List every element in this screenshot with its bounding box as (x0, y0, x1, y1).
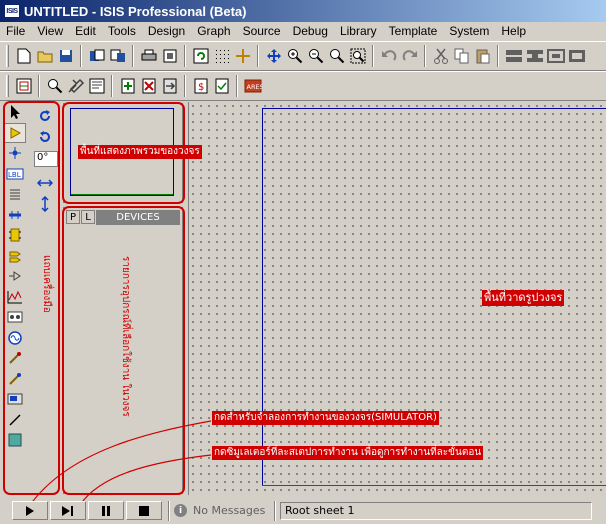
ares-icon[interactable]: ARES (242, 76, 263, 97)
zoom-in-icon[interactable] (284, 46, 305, 67)
info-icon: i (174, 504, 187, 517)
new-sheet-icon[interactable] (117, 76, 138, 97)
search-icon[interactable] (44, 76, 65, 97)
undo-icon[interactable] (378, 46, 399, 67)
menu-graph[interactable]: Graph (191, 24, 236, 38)
toolbar-separator (497, 45, 499, 67)
menu-source[interactable]: Source (237, 24, 287, 38)
status-separator (168, 500, 170, 521)
grid-icon[interactable] (211, 46, 232, 67)
toolbar-separator (80, 45, 82, 67)
step-annotation: กดซิมูเลเตอร์ที่ละสเตปการทำงาน เพื่อดูกา… (212, 446, 484, 460)
block-move-icon[interactable] (524, 46, 545, 67)
block-copy-icon[interactable] (503, 46, 524, 67)
menu-debug[interactable]: Debug (287, 24, 334, 38)
messages-text: No Messages (193, 504, 266, 517)
import-icon[interactable] (86, 46, 107, 67)
window-title: UNTITLED - ISIS Professional (Beta) (24, 3, 247, 19)
save-icon[interactable] (55, 46, 76, 67)
menu-edit[interactable]: Edit (69, 24, 102, 38)
title-bar: ISIS UNTITLED - ISIS Professional (Beta) (0, 0, 606, 22)
bom-icon[interactable]: $ (190, 76, 211, 97)
stop-button[interactable] (126, 501, 162, 520)
open-folder-icon[interactable] (34, 46, 55, 67)
main-toolbar (0, 41, 606, 71)
menu-bar: File View Edit Tools Design Graph Source… (0, 22, 606, 40)
messages-indicator[interactable]: i No Messages (174, 504, 270, 517)
erc-icon[interactable] (211, 76, 232, 97)
menu-system[interactable]: System (443, 24, 495, 38)
menu-tools[interactable]: Tools (102, 24, 142, 38)
exit-sheet-icon[interactable] (159, 76, 180, 97)
cut-icon[interactable] (430, 46, 451, 67)
block-rotate-icon[interactable] (545, 46, 566, 67)
simulator-annotation: กดสำหรับจำลองการทำงานของวงจร(SIMULATOR) (212, 411, 439, 425)
menu-help[interactable]: Help (495, 24, 532, 38)
toolbar-separator (184, 45, 186, 67)
toolbar-annotation: แถบเครื่องมือ (41, 255, 52, 313)
device-list-annotation: รายการอุปกรณ์ที่เลือกใช้งาน ในวงจร (120, 256, 131, 417)
toolbar-separator (132, 45, 134, 67)
menu-library[interactable]: Library (334, 24, 383, 38)
toolbar-separator (236, 75, 238, 97)
current-sheet-field: Root sheet 1 (280, 501, 592, 520)
print-area-icon[interactable] (159, 46, 180, 67)
status-separator (274, 500, 276, 521)
toolbar-separator (257, 45, 259, 67)
refresh-icon[interactable] (190, 46, 211, 67)
toolbar-grip[interactable] (6, 45, 9, 67)
status-bar: i No Messages Root sheet 1 (0, 497, 606, 524)
copy-icon[interactable] (451, 46, 472, 67)
tools-icon[interactable] (65, 76, 86, 97)
sheet-bottom-line (262, 485, 606, 486)
overview-annotation: พื้นที่แสดงภาพรวมของวงจร (78, 145, 202, 159)
zoom-all-icon[interactable] (326, 46, 347, 67)
menu-file[interactable]: File (0, 24, 31, 38)
toolbar-separator (111, 75, 113, 97)
ares-label: ARES (246, 83, 262, 91)
export-icon[interactable] (107, 46, 128, 67)
design-explorer-icon[interactable] (86, 76, 107, 97)
secondary-toolbar: $ ARES (0, 71, 606, 101)
svg-text:$: $ (198, 82, 204, 93)
netlist-icon[interactable] (13, 76, 34, 97)
origin-icon[interactable] (232, 46, 253, 67)
toolbar-separator (184, 75, 186, 97)
print-icon[interactable] (138, 46, 159, 67)
zoom-area-icon[interactable] (347, 46, 368, 67)
zoom-out-icon[interactable] (305, 46, 326, 67)
new-file-icon[interactable] (13, 46, 34, 67)
drawing-area-annotation: พื้นที่วาดรูปวงจร (482, 290, 565, 306)
toolbar-separator (372, 45, 374, 67)
menu-design[interactable]: Design (142, 24, 191, 38)
menu-view[interactable]: View (31, 24, 69, 38)
toolbar-separator (424, 45, 426, 67)
menu-template[interactable]: Template (383, 24, 444, 38)
redo-icon[interactable] (399, 46, 420, 67)
paste-icon[interactable] (472, 46, 493, 67)
toolbar-grip[interactable] (6, 75, 9, 97)
isis-app-icon[interactable]: ISIS (4, 4, 20, 18)
pan-icon[interactable] (263, 46, 284, 67)
toolbar-separator (38, 75, 40, 97)
play-button[interactable] (12, 501, 48, 520)
block-delete-icon[interactable] (566, 46, 587, 67)
step-button[interactable] (50, 501, 86, 520)
remove-sheet-icon[interactable] (138, 76, 159, 97)
pause-button[interactable] (88, 501, 124, 520)
